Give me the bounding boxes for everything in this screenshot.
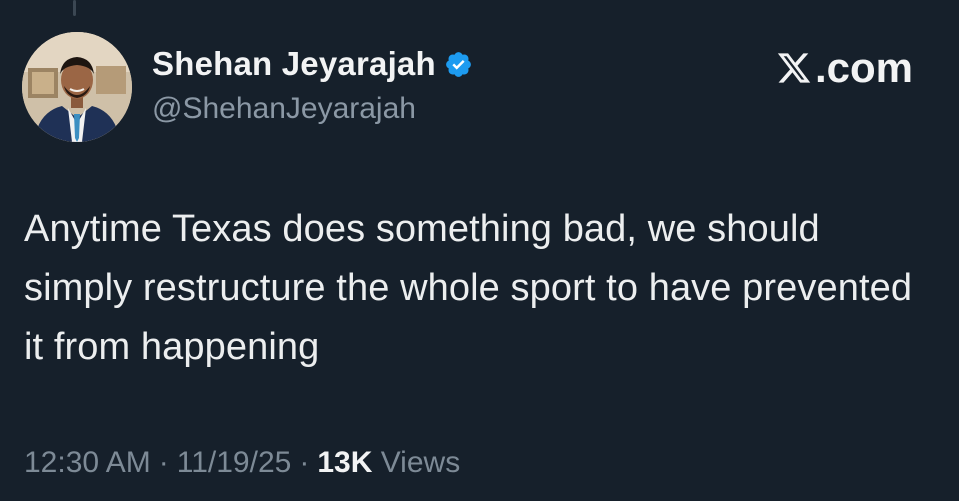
tweet-meta: 12:30 AM · 11/19/25 · 13K Views — [24, 446, 460, 480]
brand-domain-text: .com — [814, 44, 913, 91]
views-label[interactable]: Views — [381, 446, 460, 479]
author-name-row: Shehan Jeyarajah — [152, 44, 473, 84]
tweet-card: Shehan Jeyarajah @ShehanJeyarajah .com A… — [0, 0, 959, 501]
x-logo-icon — [777, 53, 811, 83]
author-block: Shehan Jeyarajah @ShehanJeyarajah — [152, 44, 473, 126]
author-handle[interactable]: @ShehanJeyarajah — [152, 92, 473, 126]
thread-connector-line — [73, 0, 76, 16]
tweet-body-text: Anytime Texas does something bad, we sho… — [24, 208, 913, 368]
avatar[interactable] — [22, 32, 132, 142]
meta-separator: · — [158, 446, 169, 479]
verified-badge-icon — [444, 50, 473, 79]
brand-watermark: .com — [776, 44, 913, 92]
tweet-date[interactable]: 11/19/25 — [177, 446, 292, 479]
views-count[interactable]: 13K — [317, 446, 372, 479]
meta-separator: · — [299, 446, 310, 479]
author-display-name[interactable]: Shehan Jeyarajah — [152, 45, 436, 83]
avatar-photo-icon — [22, 32, 132, 142]
tweet-time[interactable]: 12:30 AM — [24, 446, 151, 479]
